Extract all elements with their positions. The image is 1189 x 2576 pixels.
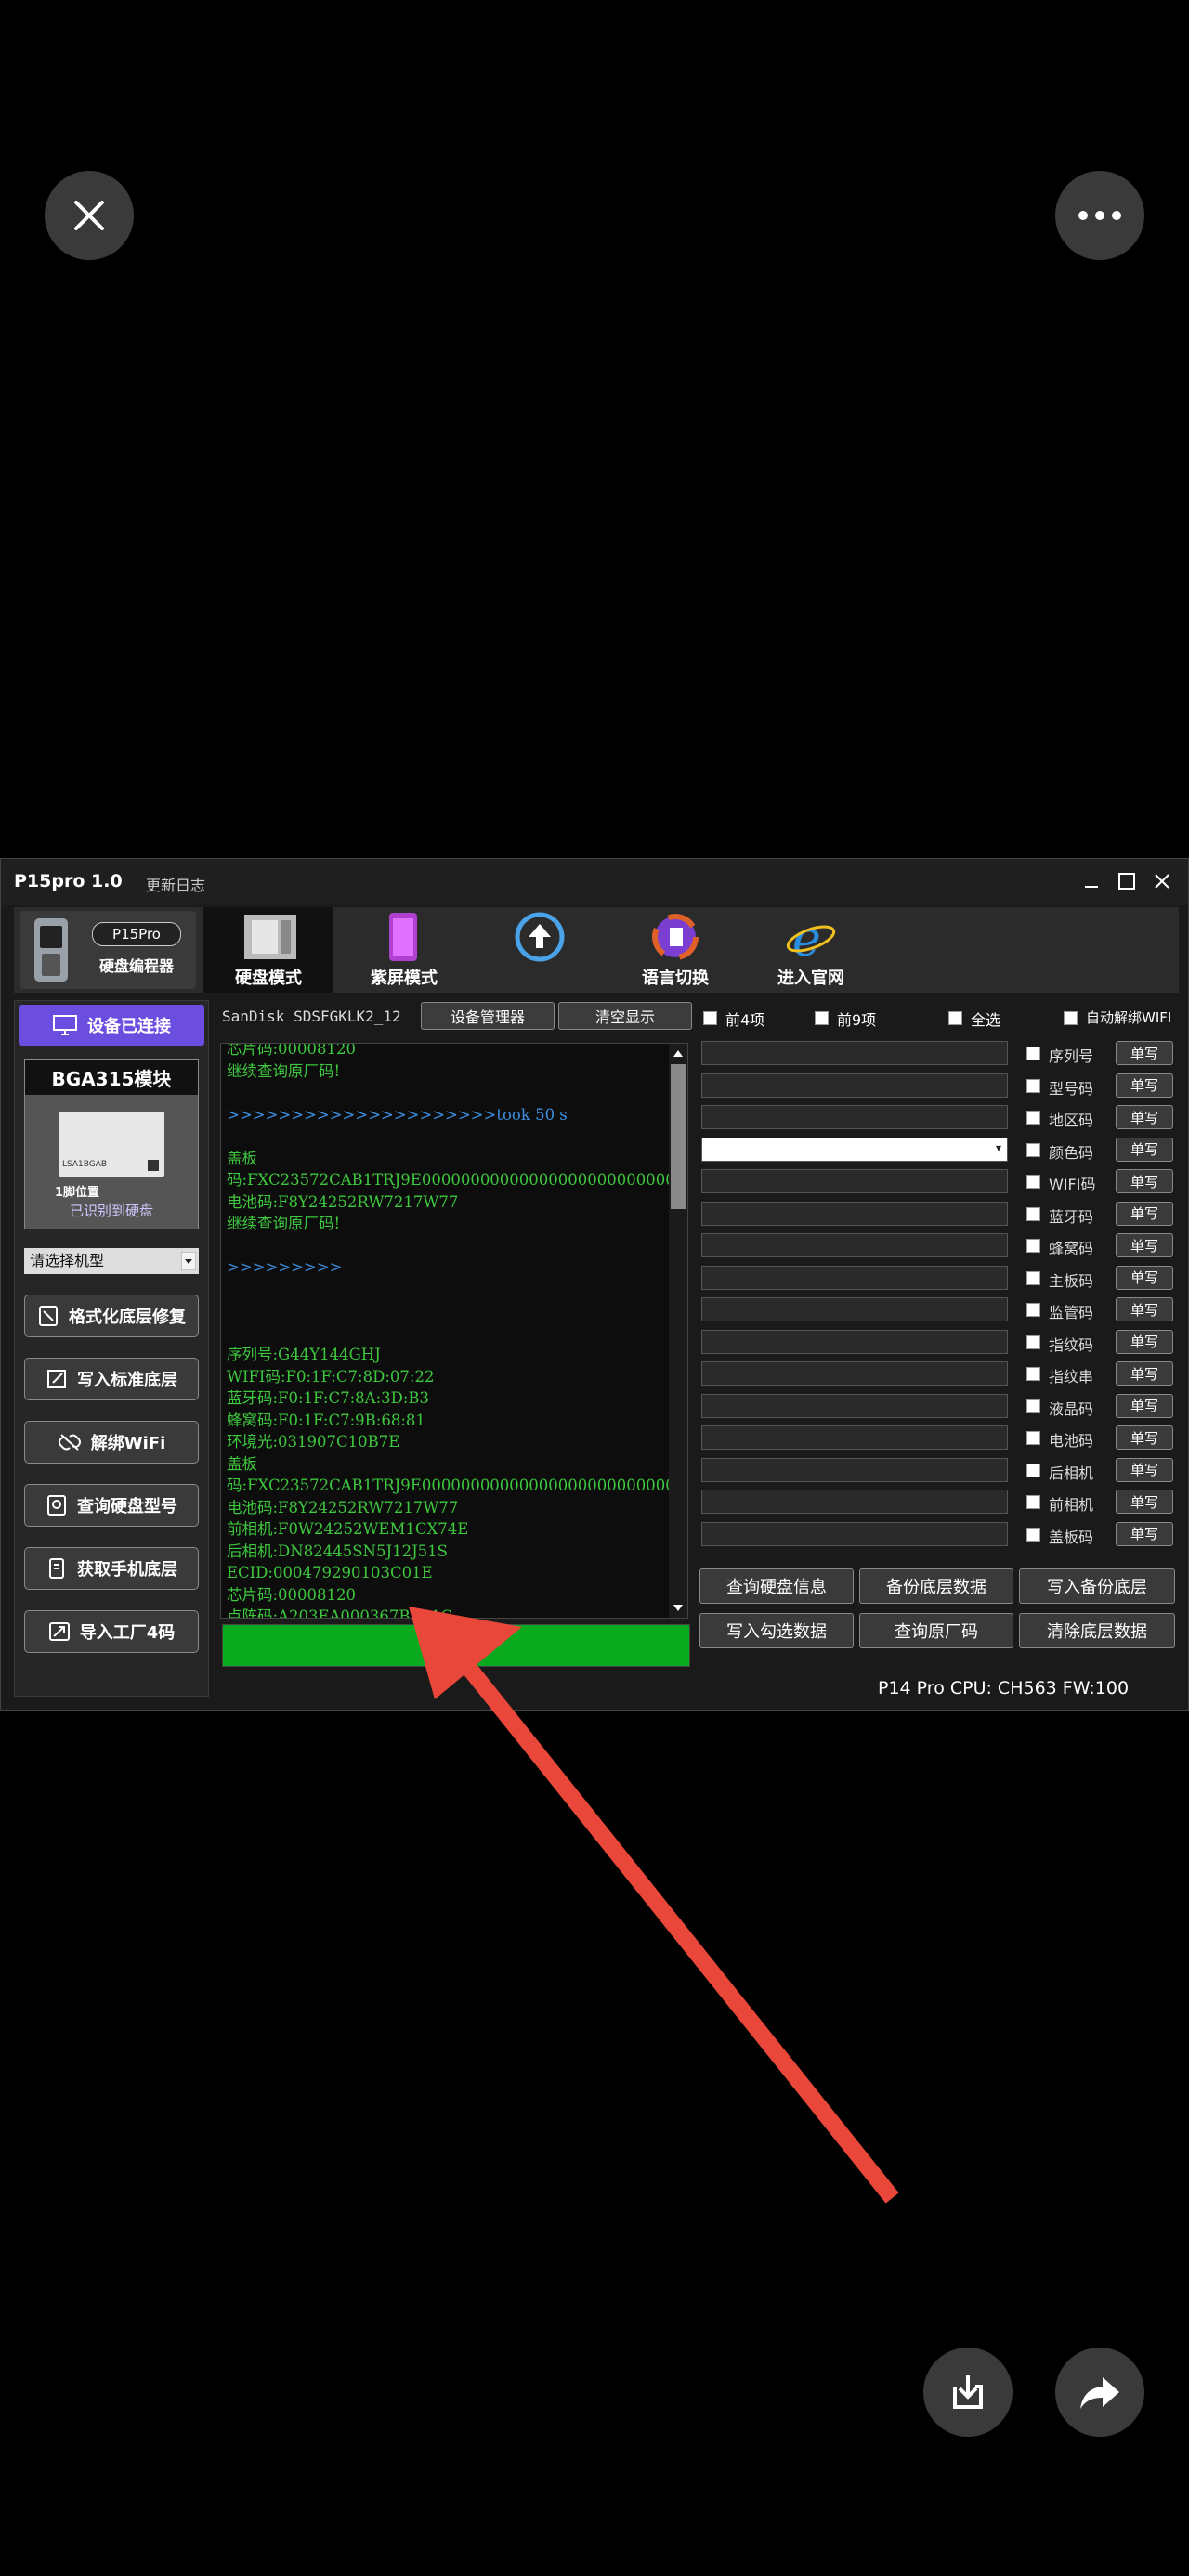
arrow-shaft: [460, 1659, 899, 2204]
annotation-arrow: [409, 1607, 899, 2204]
arrow-head: [409, 1607, 522, 1699]
download-button[interactable]: [923, 2348, 1013, 2437]
download-icon: [953, 2375, 983, 2409]
share-icon: [1080, 2377, 1119, 2409]
share-button[interactable]: [1055, 2348, 1144, 2437]
